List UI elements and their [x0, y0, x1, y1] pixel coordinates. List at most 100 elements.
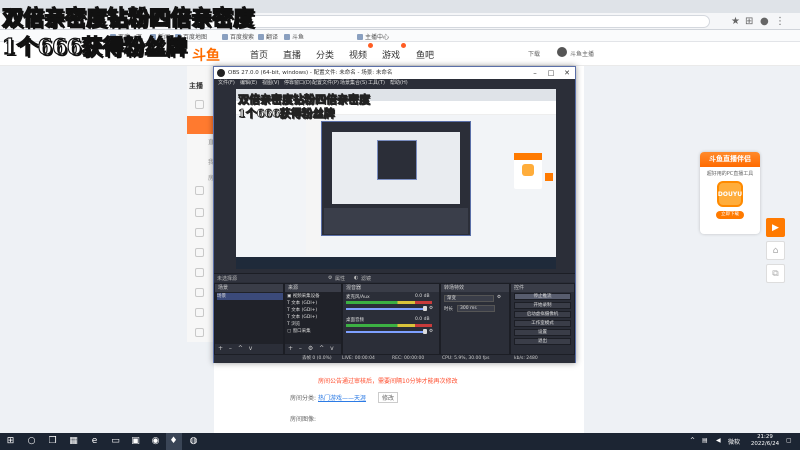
obs-preview[interactable]: 双倍亲密度钻粉四倍亲密度 1个666获得粉丝牌 — [236, 89, 556, 269]
obs-taskbar-icon[interactable]: ◉ — [150, 436, 161, 447]
task-view-icon[interactable]: ❒ — [47, 436, 58, 447]
volume-icon[interactable]: ◀ — [716, 437, 721, 444]
sidebar-item-active[interactable] — [187, 116, 214, 134]
sidebar-icon[interactable] — [195, 328, 204, 337]
chrome-icon[interactable]: ◍ — [188, 436, 199, 447]
desktop-volume-slider[interactable] — [346, 331, 424, 333]
download-link[interactable]: 下载 — [528, 49, 540, 58]
scene-item[interactable]: 场景 — [217, 293, 283, 300]
studio-mode-button[interactable]: 工作室模式 — [514, 320, 571, 327]
room-pic-label: 房间图像: — [290, 416, 317, 423]
stop-streaming-button[interactable]: 停止推流 — [514, 293, 571, 300]
gear-icon[interactable]: ⚙ — [429, 306, 433, 311]
source-item[interactable]: ▢ 窗口采集 — [287, 328, 311, 335]
source-item[interactable]: T 浏览 — [287, 321, 300, 328]
virtual-camera-button[interactable]: 启动虚拟摄像机 — [514, 311, 571, 318]
nav-live[interactable]: 直播 — [283, 48, 301, 61]
source-item[interactable]: T 文本 (GDI+) — [287, 300, 317, 307]
sidebar-icon[interactable] — [195, 268, 204, 277]
scenes-list[interactable]: 场景 — [215, 292, 283, 344]
bookmark-item[interactable]: 主播中心 — [357, 32, 389, 41]
duration-input[interactable]: 300 ms — [457, 305, 495, 312]
minimize-icon[interactable]: – — [527, 67, 543, 79]
menu-scene-collection[interactable]: 场景集合(S) — [340, 79, 367, 88]
nav-game[interactable]: 游戏 — [382, 48, 400, 61]
settings-button[interactable]: 设置 — [514, 329, 571, 336]
home-icon[interactable]: ⌂ — [766, 241, 785, 260]
tray-chevron-icon[interactable]: ^ — [690, 437, 695, 444]
menu-docks[interactable]: 停靠窗口(D) — [284, 79, 312, 88]
windows-start-icon[interactable]: ⊞ — [5, 436, 16, 447]
system-clock[interactable]: 21:29 2022/6/24 — [748, 434, 782, 448]
profile-icon[interactable]: ● — [760, 15, 769, 28]
source-item[interactable]: T 文本 (GDI+) — [287, 314, 317, 321]
scenes-footer[interactable]: + – ^ v — [215, 344, 283, 354]
ime-indicator[interactable]: 微软 — [728, 437, 740, 446]
douyu-logo[interactable]: 斗鱼 — [192, 45, 220, 65]
bookmark-item[interactable]: 翻译 — [258, 32, 278, 41]
sources-list[interactable]: ▣ 视频采集设备 T 文本 (GDI+) T 文本 (GDI+) T 文本 (G… — [285, 292, 341, 344]
nav-home[interactable]: 首页 — [250, 48, 268, 61]
mic-volume-slider[interactable] — [346, 308, 424, 310]
notification-icon[interactable]: ▢ — [786, 437, 792, 444]
gear-icon[interactable]: ⚙ — [429, 329, 433, 334]
store-icon[interactable]: ▣ — [130, 436, 141, 447]
menu-help[interactable]: 帮助(H) — [390, 79, 408, 88]
widgets-icon[interactable]: ▦ — [68, 436, 79, 447]
sidebar-icon[interactable] — [195, 100, 204, 109]
maximize-icon[interactable]: □ — [543, 67, 559, 79]
gear-icon[interactable]: ⚙ — [497, 295, 501, 300]
play-icon[interactable]: ▶ — [766, 218, 785, 237]
close-icon[interactable]: ✕ — [559, 67, 575, 79]
menu-view[interactable]: 视图(V) — [262, 79, 279, 88]
sidebar-icon[interactable] — [195, 288, 204, 297]
bookmark-star-icon[interactable]: ★ — [731, 15, 740, 28]
edge-icon[interactable]: e — [89, 436, 100, 447]
nav-yuba[interactable]: 鱼吧 — [416, 48, 434, 61]
menu-icon[interactable]: ⋮ — [775, 15, 785, 28]
bookmark-item[interactable]: 斗鱼 — [284, 32, 304, 41]
controls-dock: 控件 停止推流 开始录制 启动虚拟摄像机 工作室模式 设置 退出 — [510, 283, 575, 355]
screenshot-icon[interactable]: ⧉ — [766, 264, 785, 283]
modify-button[interactable]: 修改 — [378, 392, 399, 403]
source-item[interactable]: ▣ 视频采集设备 — [287, 293, 320, 300]
file-explorer-icon[interactable]: ▭ — [110, 436, 121, 447]
gear-icon[interactable]: ⚙ — [328, 275, 332, 281]
source-item[interactable]: T 文本 (GDI+) — [287, 307, 317, 314]
username[interactable]: 斗鱼主播 — [570, 49, 594, 58]
bookmark-item[interactable]: 百度搜索 — [222, 32, 254, 41]
douyu-taskbar-icon[interactable]: ♦ — [168, 436, 179, 447]
network-icon[interactable]: ▤ — [702, 437, 708, 444]
search-icon[interactable]: ○ — [26, 436, 37, 447]
obs-window[interactable]: OBS 27.0.0 (64-bit, windows) - 配置文件: 未命名… — [213, 66, 576, 363]
address-bar[interactable] — [190, 15, 710, 28]
menu-tools[interactable]: 工具(T) — [368, 79, 385, 88]
filter-icon[interactable]: ◐ — [354, 275, 358, 281]
exit-button[interactable]: 退出 — [514, 338, 571, 345]
sources-footer[interactable]: + – ⚙ ^ v — [285, 344, 341, 354]
properties-button[interactable]: 属性 — [335, 275, 345, 282]
menu-edit[interactable]: 编辑(E) — [240, 79, 257, 88]
obs-status-bar: 丢帧 0 (0.0%) LIVE: 00:00:04 REC: 00:00:00… — [214, 355, 575, 363]
menu-profile[interactable]: 配置文件(P) — [312, 79, 339, 88]
start-recording-button[interactable]: 开始录制 — [514, 302, 571, 309]
avatar[interactable] — [557, 47, 567, 57]
sidebar-icon[interactable] — [195, 248, 204, 257]
menu-file[interactable]: 文件(F) — [218, 79, 235, 88]
obs-title-bar[interactable]: OBS 27.0.0 (64-bit, windows) - 配置文件: 未命名… — [214, 67, 575, 79]
room-category-link[interactable]: 热门游戏——天涯 — [318, 393, 366, 402]
promo-card[interactable]: 斗鱼直播伴侣 超好用的PC直播工具 DOUYU 立即下载 — [700, 152, 760, 234]
nav-category[interactable]: 分类 — [316, 48, 334, 61]
sidebar-icon[interactable] — [195, 308, 204, 317]
promo-download-button[interactable]: 立即下载 — [716, 211, 744, 219]
desktop-volume-knob[interactable] — [423, 329, 427, 334]
nav-video[interactable]: 视频 — [349, 48, 367, 61]
sidebar-icon[interactable] — [195, 186, 204, 195]
sidebar-icon[interactable] — [195, 208, 204, 217]
mixer-header: 混音器 — [343, 284, 439, 292]
extensions-icon[interactable]: ⊞ — [745, 15, 753, 28]
transition-select[interactable]: 渐变 — [444, 295, 494, 302]
sidebar-icon[interactable] — [195, 228, 204, 237]
filters-button[interactable]: 滤镜 — [361, 275, 371, 282]
mic-volume-knob[interactable] — [423, 306, 427, 311]
